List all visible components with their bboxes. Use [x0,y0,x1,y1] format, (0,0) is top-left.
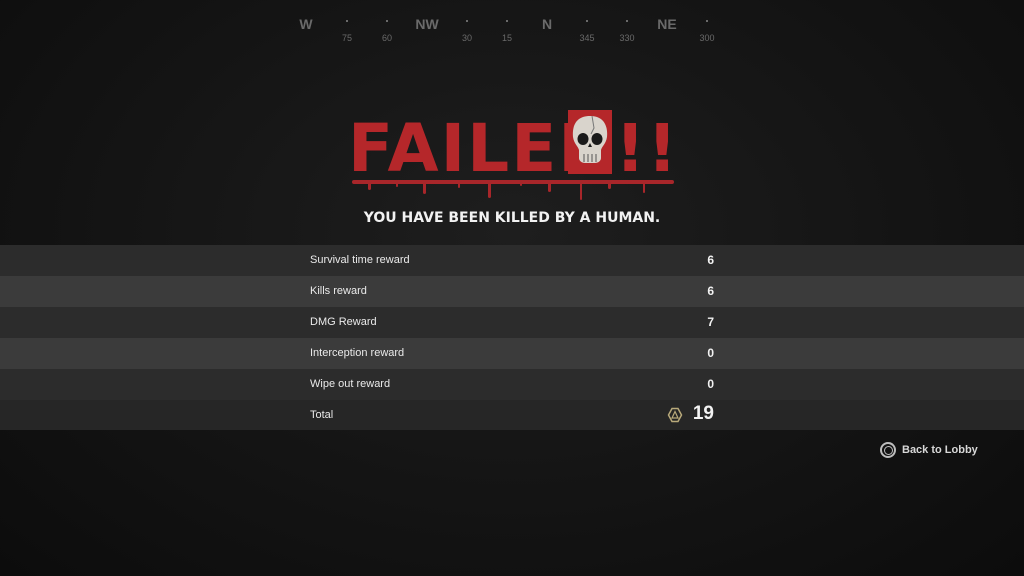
skull-icon [568,110,612,174]
currency-icon [667,407,683,423]
reward-label: DMG Reward [310,316,377,328]
compass-n: N [541,16,553,32]
compass-w: W [299,16,313,32]
reward-value: 6 [707,253,714,267]
compass-deg: 300 [699,33,715,43]
reward-label: Interception reward [310,347,405,359]
compass-deg: 330 [619,33,635,43]
compass-bar: W 75 60 NW 30 15 N 345 330 NE 300 [0,0,1024,48]
reward-label: Kills reward [310,285,367,297]
total-row: Total 19 [0,400,1024,430]
back-to-lobby-button[interactable]: Back to Lobby [880,442,978,458]
failed-title-logo: FAILED!! [348,100,678,206]
reward-value: 0 [707,346,714,360]
reward-value: 0 [707,377,714,391]
failed-title: FAILED!! [348,110,680,187]
reward-value: 6 [707,284,714,298]
compass-nw: NW [415,16,439,32]
compass-deg: 30 [461,33,473,43]
compass-deg: 15 [501,33,513,43]
reward-table: Survival time reward 6 Kills reward 6 DM… [0,245,1024,430]
table-row: Kills reward 6 [0,276,1024,307]
compass-deg: 75 [341,33,353,43]
compass-deg: 60 [381,33,393,43]
reward-value: 7 [707,315,714,329]
reward-label: Wipe out reward [310,378,391,390]
table-row: Survival time reward 6 [0,245,1024,276]
blood-drips [368,180,645,200]
total-value: 19 [692,403,714,424]
total-label: Total [310,409,334,421]
circle-button-icon [880,442,896,458]
back-to-lobby-label: Back to Lobby [902,444,978,456]
table-row: DMG Reward 7 [0,307,1024,338]
compass-ne: NE [657,16,677,32]
death-message: YOU HAVE BEEN KILLED BY A HUMAN. [363,210,661,226]
table-row: Wipe out reward 0 [0,369,1024,400]
reward-label: Survival time reward [310,254,410,266]
compass-deg: 345 [579,33,595,43]
table-row: Interception reward 0 [0,338,1024,369]
